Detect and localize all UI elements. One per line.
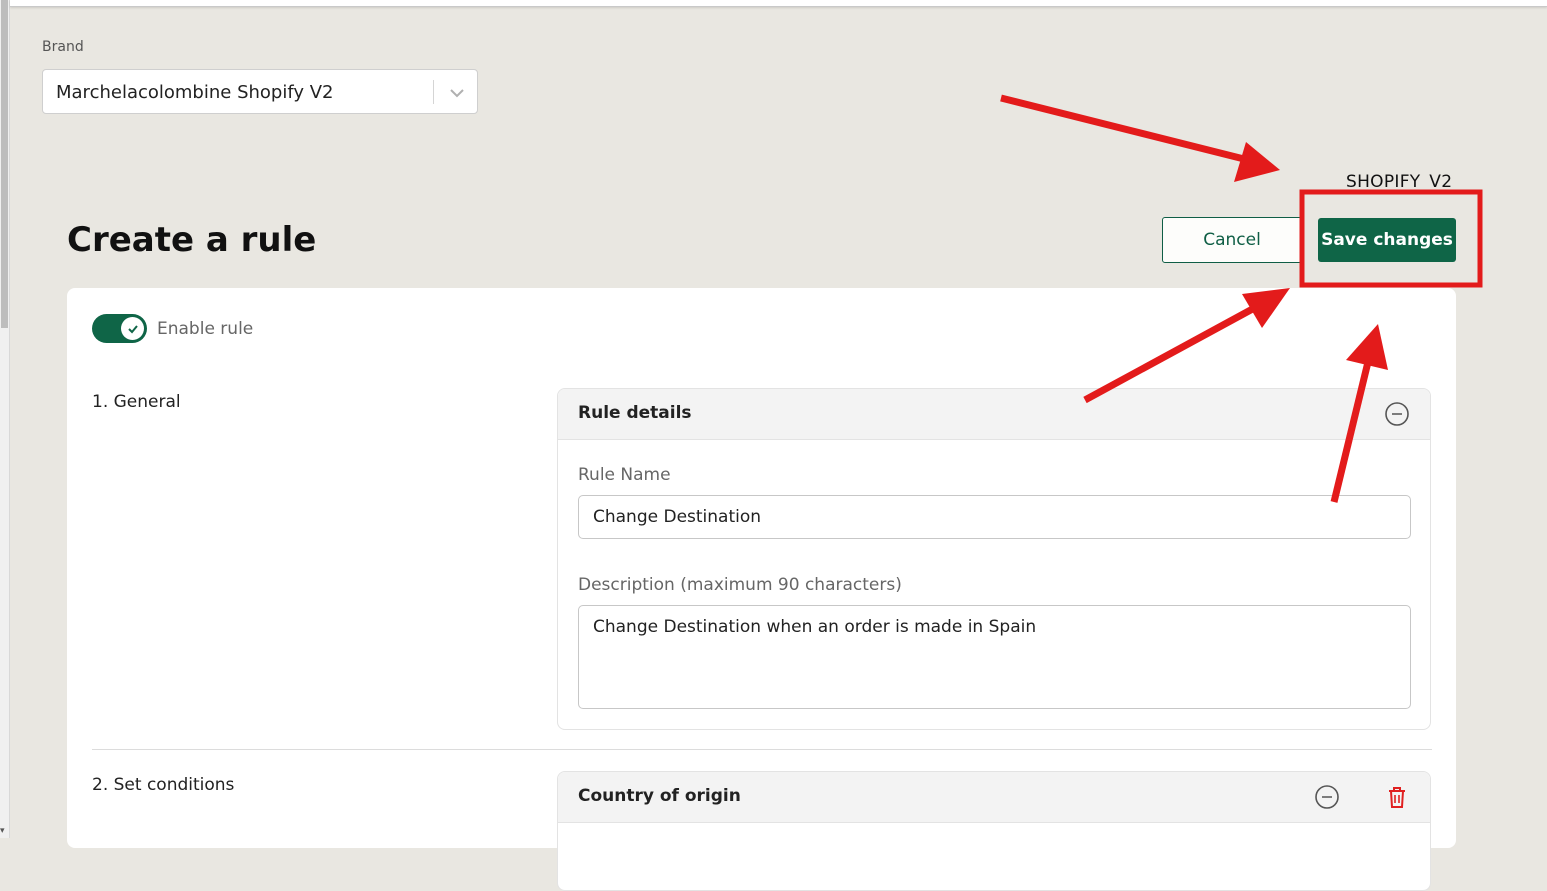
rule-details-panel: Rule details Rule Name Change Destinatio… bbox=[557, 388, 1431, 730]
collapse-icon[interactable] bbox=[1314, 784, 1340, 810]
brand-select-value: Marchelacolombine Shopify V2 bbox=[56, 82, 334, 103]
enable-rule-toggle[interactable] bbox=[92, 314, 147, 343]
page-scrollbar[interactable]: ▾ bbox=[0, 0, 10, 838]
save-changes-button[interactable]: Save changes bbox=[1318, 218, 1456, 262]
brand-label: Brand bbox=[42, 39, 84, 55]
scrollbar-thumb[interactable] bbox=[1, 0, 8, 328]
toggle-knob bbox=[121, 317, 144, 340]
annotation-arrow bbox=[1000, 94, 1280, 182]
rule-details-title: Rule details bbox=[578, 403, 692, 423]
rule-details-header: Rule details bbox=[558, 389, 1430, 440]
page-title: Create a rule bbox=[67, 220, 317, 260]
enable-rule-label: Enable rule bbox=[157, 319, 254, 339]
collapse-icon[interactable] bbox=[1384, 401, 1410, 427]
section-divider bbox=[92, 749, 1432, 750]
description-textarea[interactable]: Change Destination when an order is made… bbox=[578, 605, 1411, 709]
top-bar bbox=[10, 0, 1547, 7]
country-of-origin-header: Country of origin bbox=[558, 772, 1430, 823]
general-section-title: 1. General bbox=[92, 392, 181, 412]
rule-name-label: Rule Name bbox=[578, 465, 671, 485]
rule-form-card: Enable rule 1. General Rule details Rule… bbox=[67, 288, 1456, 891]
cancel-button[interactable]: Cancel bbox=[1162, 217, 1302, 263]
store-label: SHOPIFY_V2 bbox=[1346, 172, 1453, 192]
conditions-section-title: 2. Set conditions bbox=[92, 775, 235, 795]
rule-name-input[interactable]: Change Destination bbox=[578, 495, 1411, 539]
select-separator bbox=[433, 80, 434, 104]
scroll-down-arrow-icon[interactable]: ▾ bbox=[0, 826, 5, 836]
country-of-origin-panel: Country of origin bbox=[557, 771, 1431, 891]
check-icon bbox=[127, 324, 138, 333]
brand-select[interactable]: Marchelacolombine Shopify V2 bbox=[42, 69, 478, 114]
description-label: Description (maximum 90 characters) bbox=[578, 575, 902, 595]
trash-icon[interactable] bbox=[1384, 784, 1410, 810]
country-of-origin-title: Country of origin bbox=[578, 786, 741, 806]
chevron-down-icon[interactable] bbox=[445, 81, 469, 105]
